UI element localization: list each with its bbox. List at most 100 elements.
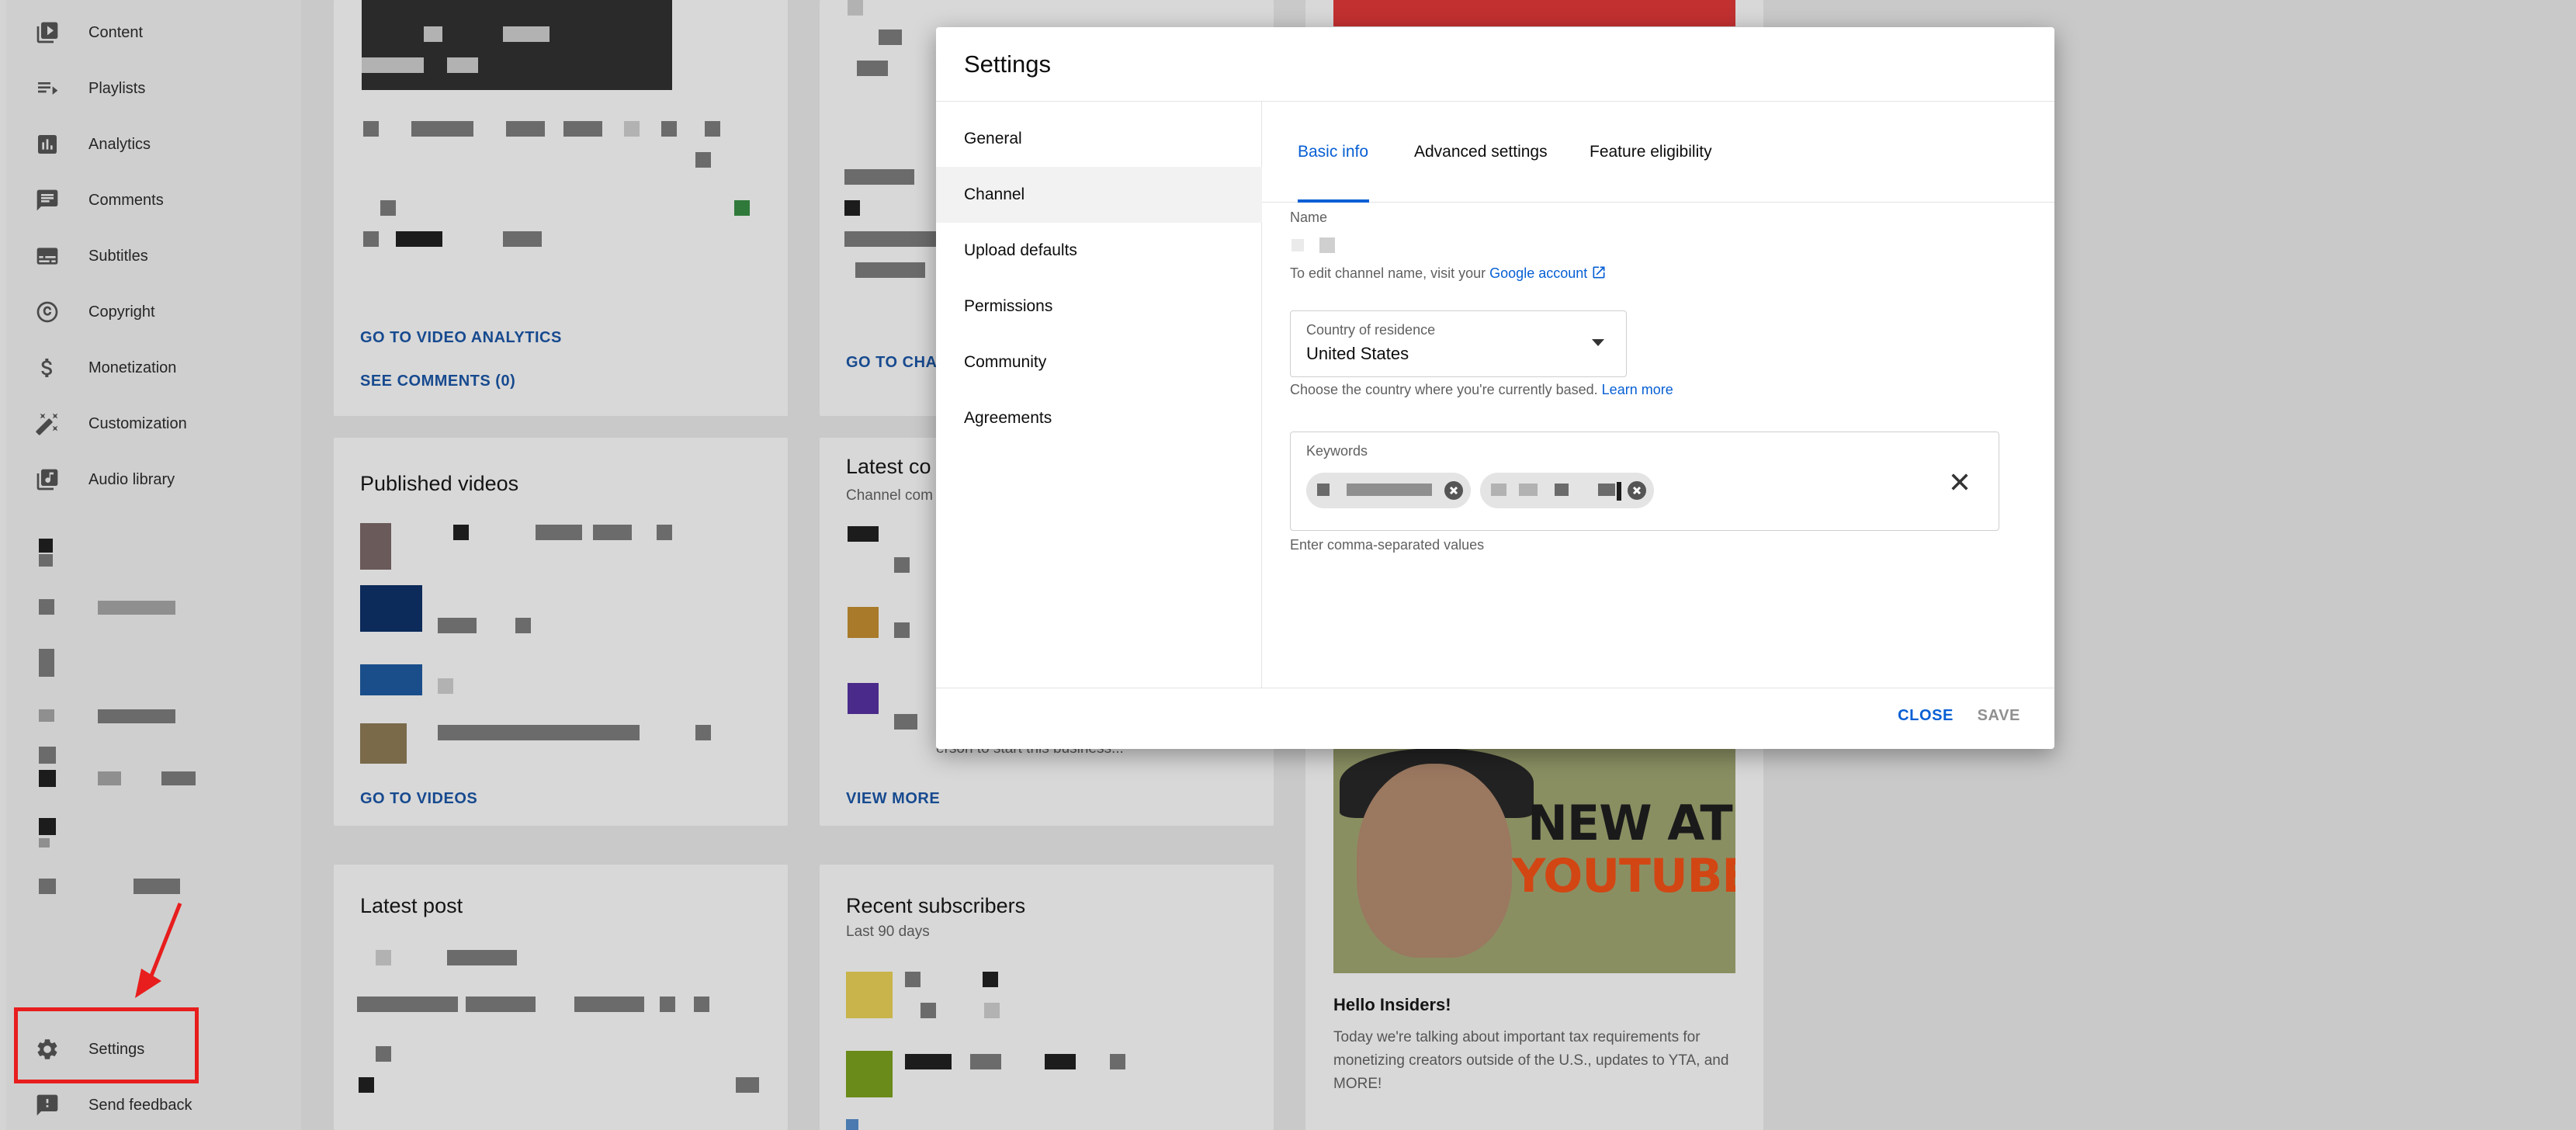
settings-nav-permissions[interactable]: Permissions bbox=[936, 279, 1262, 334]
sidebar-item-label: Monetization bbox=[88, 359, 177, 376]
pixelated-block bbox=[894, 622, 910, 638]
pixelated-block bbox=[438, 618, 477, 633]
settings-nav: General Channel Upload defaults Permissi… bbox=[936, 102, 1262, 688]
text-cursor bbox=[1617, 482, 1621, 501]
tab-basic-info[interactable]: Basic info bbox=[1298, 102, 1368, 203]
tab-advanced-settings[interactable]: Advanced settings bbox=[1414, 102, 1548, 203]
pixelated-block bbox=[447, 950, 517, 965]
learn-more-link[interactable]: Learn more bbox=[1602, 382, 1673, 397]
sidebar-item-subtitles[interactable]: Subtitles bbox=[6, 228, 301, 284]
news-thumbnail: NEW AT YOUTUBE bbox=[1333, 748, 1735, 973]
pixelated-block bbox=[515, 618, 531, 633]
dialog-header: Settings bbox=[936, 27, 2054, 102]
sidebar-item-audio-library[interactable]: Audio library bbox=[6, 452, 301, 508]
news-body: Today we're talking about important tax … bbox=[1333, 1029, 1729, 1092]
external-link-icon[interactable] bbox=[1591, 265, 1607, 280]
video-thumbnail bbox=[360, 723, 407, 764]
pixelated-block bbox=[894, 557, 910, 573]
sidebar-item-playlists[interactable]: Playlists bbox=[6, 61, 301, 116]
pixelated-text bbox=[1555, 484, 1569, 496]
pixelated-block bbox=[453, 525, 469, 540]
pointer-arrow-icon bbox=[135, 903, 182, 998]
pixelated-text bbox=[1347, 484, 1432, 496]
pixelated-block bbox=[983, 972, 998, 987]
keyword-chip[interactable] bbox=[1480, 473, 1654, 508]
published-videos-title: Published videos bbox=[360, 472, 519, 495]
caret-down-icon bbox=[1592, 339, 1604, 346]
country-helper-prefix: Choose the country where you're currentl… bbox=[1290, 382, 1598, 397]
pixelated-avatar bbox=[848, 607, 879, 638]
pixelated-label bbox=[161, 771, 196, 785]
pixelated-block bbox=[357, 997, 458, 1012]
tab-feature-eligibility[interactable]: Feature eligibility bbox=[1590, 102, 1712, 203]
sidebar-item-monetization[interactable]: Monetization bbox=[6, 340, 301, 396]
see-comments-link[interactable]: SEE COMMENTS (0) bbox=[360, 373, 515, 390]
name-helper-text: To edit channel name, visit your Google … bbox=[1290, 265, 1607, 282]
pixelated-block bbox=[920, 1003, 936, 1018]
pixelated-text bbox=[1491, 484, 1506, 496]
sidebar-item-label: Copyright bbox=[88, 303, 155, 321]
sidebar-item-customization[interactable]: Customization bbox=[6, 396, 301, 452]
latest-comments-subtitle: Channel com bbox=[846, 487, 933, 504]
settings-nav-upload-defaults[interactable]: Upload defaults bbox=[936, 223, 1262, 279]
keywords-helper-text: Enter comma-separated values bbox=[1290, 537, 1485, 553]
channel-name-pixelated bbox=[1291, 239, 1304, 251]
pixelated-block bbox=[905, 1054, 952, 1069]
pixelated-block bbox=[661, 121, 677, 137]
pixelated-label bbox=[98, 601, 175, 615]
settings-nav-community[interactable]: Community bbox=[936, 334, 1262, 390]
sidebar-item-content[interactable]: Content bbox=[6, 5, 301, 61]
settings-nav-agreements[interactable]: Agreements bbox=[936, 390, 1262, 446]
comments-icon bbox=[34, 187, 61, 213]
pixelated-block bbox=[424, 26, 442, 42]
sidebar-item-label: Comments bbox=[88, 191, 164, 209]
video-thumbnail bbox=[360, 664, 422, 695]
pixelated-block bbox=[695, 152, 711, 168]
clear-keywords-icon[interactable] bbox=[1949, 471, 1971, 493]
pixelated-block bbox=[736, 1077, 759, 1093]
go-to-channel-analytics-link[interactable]: GO TO CHAN bbox=[846, 354, 948, 372]
feedback-icon bbox=[34, 1092, 61, 1118]
window-edge bbox=[0, 0, 6, 1130]
settings-nav-channel[interactable]: Channel bbox=[936, 167, 1262, 223]
save-button[interactable]: SAVE bbox=[1978, 707, 2020, 725]
subscriber-avatar bbox=[846, 972, 893, 1018]
pixelated-block bbox=[362, 57, 424, 73]
pixelated-block bbox=[734, 200, 750, 216]
pixelated-label bbox=[133, 879, 180, 894]
sidebar-item-comments[interactable]: Comments bbox=[6, 172, 301, 228]
remove-chip-icon[interactable] bbox=[1628, 481, 1646, 500]
playlists-icon bbox=[34, 75, 61, 102]
view-more-link[interactable]: VIEW MORE bbox=[846, 790, 940, 808]
google-account-link[interactable]: Google account bbox=[1489, 265, 1587, 281]
settings-nav-general[interactable]: General bbox=[936, 111, 1262, 167]
pixelated-block bbox=[694, 997, 709, 1012]
thumbnail-text-youtube: YOUTUBE bbox=[1512, 849, 1735, 903]
sidebar-item-label: Audio library bbox=[88, 470, 175, 488]
pixelated-block bbox=[593, 525, 632, 540]
go-to-videos-link[interactable]: GO TO VIDEOS bbox=[360, 790, 477, 808]
sidebar-item-analytics[interactable]: Analytics bbox=[6, 116, 301, 172]
country-helper-text: Choose the country where you're currentl… bbox=[1290, 382, 1673, 398]
sidebar-item-send-feedback[interactable]: Send feedback bbox=[6, 1077, 301, 1130]
remove-chip-icon[interactable] bbox=[1444, 481, 1463, 500]
pixelated-block bbox=[660, 997, 675, 1012]
sidebar-item-copyright[interactable]: Copyright bbox=[6, 284, 301, 340]
keywords-field[interactable]: Keywords bbox=[1290, 432, 1999, 531]
country-label: Country of residence bbox=[1306, 322, 1436, 338]
video-thumbnail bbox=[360, 585, 422, 632]
pixelated-icon bbox=[39, 554, 53, 567]
latest-post-card: Latest post bbox=[334, 865, 788, 1130]
pixelated-block bbox=[359, 1077, 374, 1093]
close-button[interactable]: CLOSE bbox=[1898, 707, 1954, 725]
pixelated-icon bbox=[39, 818, 56, 835]
pixelated-text bbox=[1598, 484, 1615, 496]
keyword-chip[interactable] bbox=[1306, 473, 1471, 508]
video-thumbnail bbox=[362, 0, 672, 90]
pixelated-block bbox=[848, 0, 863, 16]
country-select[interactable]: Country of residence United States bbox=[1290, 310, 1627, 377]
pixelated-icon bbox=[39, 838, 50, 848]
pixelated-block bbox=[363, 121, 379, 137]
sidebar-item-label: Playlists bbox=[88, 79, 146, 97]
go-to-video-analytics-link[interactable]: GO TO VIDEO ANALYTICS bbox=[360, 329, 562, 347]
